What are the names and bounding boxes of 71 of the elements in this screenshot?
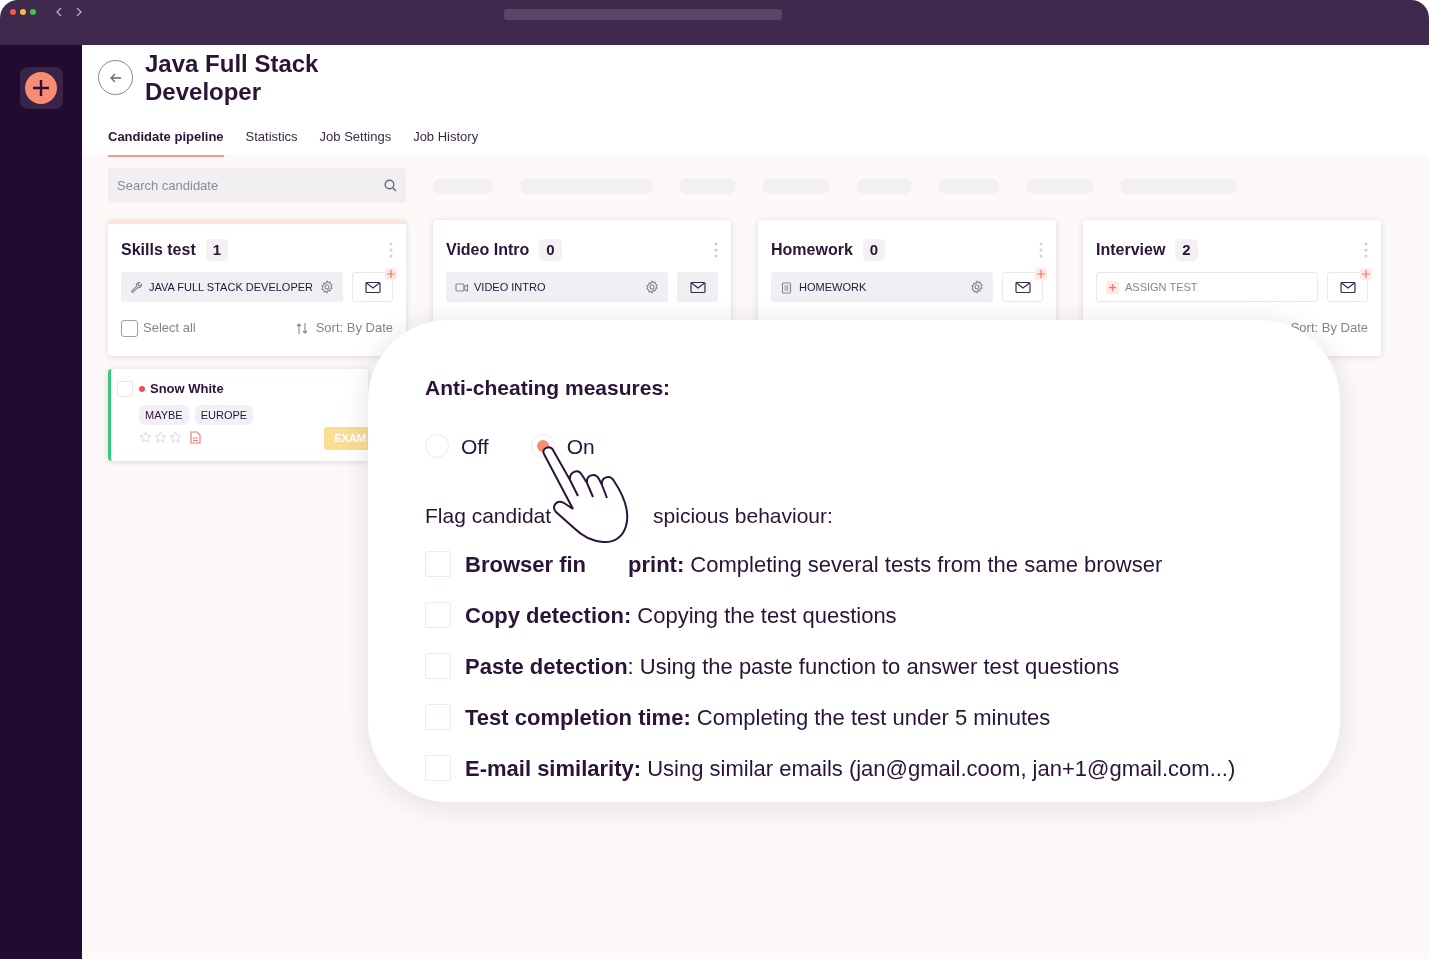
test-chip[interactable]: HOMEWORK — [771, 272, 993, 302]
option-text: print: Completing several tests from the same browser — [628, 550, 1163, 579]
count-badge: 0 — [862, 239, 886, 261]
settings-icon[interactable] — [320, 280, 334, 294]
plus-icon — [1037, 270, 1045, 278]
more-options-icon[interactable] — [714, 242, 718, 258]
test-chip[interactable]: VIDEO INTRO — [446, 272, 668, 302]
envelope-icon — [364, 280, 381, 294]
tab[interactable]: Statistics — [245, 127, 298, 157]
test-chip[interactable]: JAVA FULL STACK DEVELOPER — [121, 272, 343, 302]
radio-label[interactable]: On — [566, 430, 595, 462]
option-text: Copy detection: Copying the test questions — [465, 601, 897, 630]
add-button[interactable] — [19, 67, 63, 109]
tab[interactable]: Job History — [413, 127, 479, 157]
test-label: VIDEO INTRO — [474, 279, 546, 295]
tab[interactable]: Job Settings — [319, 127, 392, 157]
option-text: Test completion time: Completing the test under 5 minutes — [465, 703, 1051, 732]
count-badge: 1 — [205, 239, 229, 261]
option-text: Browser fin — [465, 550, 587, 579]
section-heading: Anti-cheating measures: — [425, 375, 672, 401]
candidate-name: Snow White — [150, 380, 224, 398]
checkbox[interactable] — [121, 319, 138, 337]
radio-label[interactable]: Off — [461, 430, 489, 462]
settings-icon[interactable] — [645, 280, 659, 294]
clipboard-icon — [780, 280, 793, 294]
more-options-icon[interactable] — [1364, 242, 1368, 258]
column-title: Skills test — [121, 240, 196, 260]
plus-icon — [387, 270, 395, 278]
more-options-icon[interactable] — [1039, 242, 1043, 258]
tag: MAYBE — [139, 404, 189, 425]
select-all-label[interactable]: Select all — [143, 318, 196, 338]
tab[interactable]: Candidate pipeline — [108, 127, 224, 157]
star-icon[interactable] — [169, 431, 182, 444]
video-camera-icon — [455, 280, 468, 294]
search-input[interactable]: Search candidate — [117, 175, 384, 196]
document-icon[interactable] — [190, 431, 201, 444]
page-title: Java Full Stack Developer — [145, 49, 320, 106]
prompt-text: spicious behaviour: — [653, 503, 833, 529]
test-label: ASSIGN TEST — [1125, 279, 1198, 295]
plus-icon — [1106, 280, 1119, 294]
back-button[interactable] — [98, 60, 133, 95]
more-options-icon[interactable] — [389, 242, 393, 258]
envelope-icon — [1014, 280, 1031, 294]
star-icon[interactable] — [139, 431, 152, 444]
back-arrow-icon — [109, 72, 122, 83]
test-label: JAVA FULL STACK DEVELOPER — [149, 279, 314, 295]
star-rating[interactable] — [139, 431, 182, 444]
back-chevron-icon[interactable] — [55, 7, 63, 17]
forward-chevron-icon[interactable] — [75, 7, 83, 17]
envelope-icon — [1339, 280, 1356, 294]
search-icon[interactable] — [384, 179, 397, 192]
tag: EUROPE — [194, 404, 254, 425]
option-text: Paste detection: Using the paste function to answer test questions — [465, 652, 1120, 681]
settings-icon[interactable] — [970, 280, 984, 294]
star-icon[interactable] — [154, 431, 167, 444]
column-title: Interview — [1096, 240, 1166, 260]
test-label: HOMEWORK — [799, 279, 867, 295]
sort-icon[interactable] — [295, 321, 308, 335]
test-chip[interactable]: ASSIGN TEST — [1096, 272, 1318, 302]
option-text: E-mail similarity: Using similar emails (jan@gmail.coom, jan+1@gmail.com...) — [465, 754, 1236, 783]
wrench-icon — [130, 280, 143, 294]
search-field[interactable]: Search candidate — [108, 168, 406, 203]
column-title: Video Intro — [446, 240, 530, 260]
envelope-icon — [689, 280, 706, 294]
count-badge: 0 — [539, 239, 562, 261]
prompt-text: Flag candidat — [425, 503, 552, 529]
column-title: Homework — [771, 240, 853, 260]
count-badge: 2 — [1175, 239, 1198, 261]
plus-icon — [1362, 270, 1370, 278]
candidate-card[interactable]: Snow White MAYBE EUROPE EXAM — [108, 369, 368, 461]
email-button[interactable] — [677, 272, 718, 302]
